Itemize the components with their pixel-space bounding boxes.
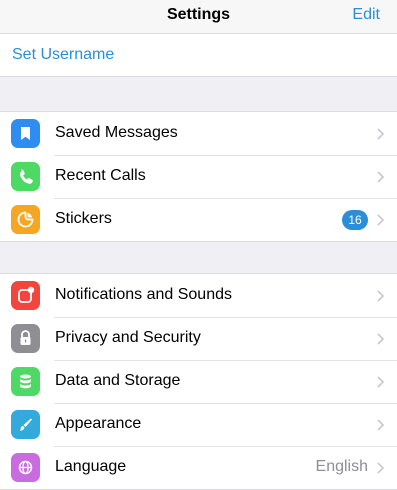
settings-group-general: Saved Messages Recent Calls Stickers 16 xyxy=(0,111,397,242)
saved-messages-row[interactable]: Saved Messages xyxy=(0,112,397,155)
stickers-count-badge: 16 xyxy=(342,210,368,230)
chevron-right-icon xyxy=(377,290,384,302)
database-icon xyxy=(11,367,40,396)
chevron-right-icon xyxy=(377,419,384,431)
notification-icon xyxy=(11,281,40,310)
appearance-row[interactable]: Appearance xyxy=(0,403,397,446)
recent-calls-label: Recent Calls xyxy=(55,167,146,184)
settings-group-preferences: Notifications and Sounds Privacy and Sec… xyxy=(0,273,397,490)
phone-icon xyxy=(11,162,40,191)
chevron-right-icon xyxy=(377,171,384,183)
language-label: Language xyxy=(55,458,127,475)
bookmark-icon xyxy=(11,119,40,148)
page-title: Settings xyxy=(166,6,231,23)
stickers-label: Stickers xyxy=(55,210,112,227)
stickers-row[interactable]: Stickers 16 xyxy=(0,198,397,241)
privacy-and-security-row[interactable]: Privacy and Security xyxy=(0,317,397,360)
notifications-and-sounds-row[interactable]: Notifications and Sounds xyxy=(0,274,397,317)
globe-icon xyxy=(11,453,40,482)
chevron-right-icon xyxy=(377,128,384,140)
lock-icon xyxy=(11,324,40,353)
chevron-right-icon xyxy=(377,462,384,474)
chevron-right-icon xyxy=(377,376,384,388)
chevron-right-icon xyxy=(377,333,384,345)
privacy-and-security-label: Privacy and Security xyxy=(55,329,201,346)
sticker-icon xyxy=(11,205,40,234)
saved-messages-label: Saved Messages xyxy=(55,124,178,141)
chevron-right-icon xyxy=(377,214,384,226)
language-value: English xyxy=(315,458,368,475)
set-username-row[interactable]: Set Username xyxy=(0,34,397,77)
edit-button[interactable]: Edit xyxy=(352,6,380,24)
set-username-link[interactable]: Set Username xyxy=(12,46,114,64)
data-and-storage-label: Data and Storage xyxy=(55,372,181,389)
navigation-bar: Settings Edit xyxy=(0,0,397,34)
language-row[interactable]: Language English xyxy=(0,446,397,489)
recent-calls-row[interactable]: Recent Calls xyxy=(0,155,397,198)
data-and-storage-row[interactable]: Data and Storage xyxy=(0,360,397,403)
notifications-and-sounds-label: Notifications and Sounds xyxy=(55,286,232,303)
brush-icon xyxy=(11,410,40,439)
appearance-label: Appearance xyxy=(55,415,142,432)
